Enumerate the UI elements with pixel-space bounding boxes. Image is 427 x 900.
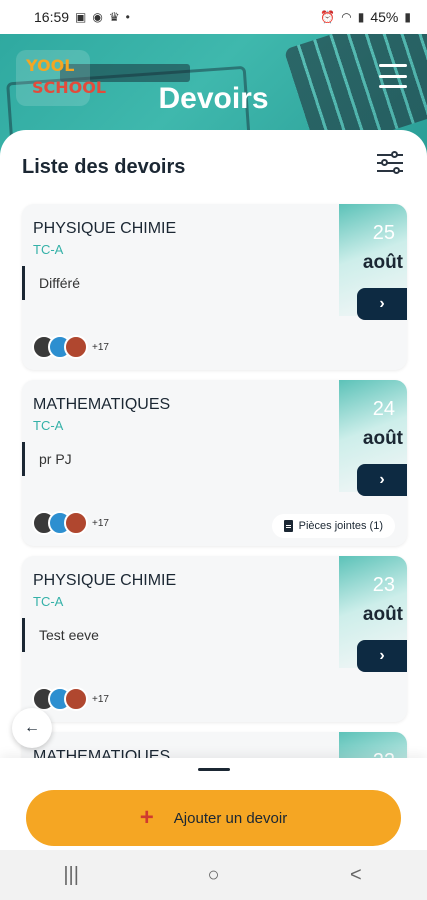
card-day: 25 (372, 222, 395, 244)
card-day: 23 (372, 574, 395, 596)
homework-panel: Liste des devoirs 25 août › PHYSIQUE CHI… (0, 130, 427, 850)
open-homework-button[interactable]: › (357, 640, 407, 672)
signal-icon: ▮ (357, 10, 365, 24)
wifi-icon: ◠ (341, 10, 352, 24)
battery-icon: ▮ (404, 10, 411, 24)
open-homework-button[interactable]: › (357, 464, 407, 496)
add-homework-label: Ajouter un devoir (173, 809, 288, 827)
plus-icon: + (139, 804, 154, 831)
card-class: TC-A (33, 418, 64, 433)
crown-icon: ♛ (108, 10, 120, 24)
bottom-sheet: + Ajouter un devoir (0, 758, 427, 850)
avatar (64, 511, 88, 535)
assignee-avatars: +17 (32, 335, 109, 359)
card-subject: PHYSIQUE CHIMIE (33, 220, 177, 237)
home-icon[interactable]: ○ (183, 864, 243, 887)
chevron-right-icon: › (379, 295, 385, 312)
assignee-avatars: +17 (32, 511, 109, 535)
document-icon (283, 520, 293, 532)
filter-icon[interactable] (377, 151, 403, 174)
hamburger-menu-icon[interactable] (379, 64, 407, 88)
card-description: pr PJ (22, 442, 72, 476)
chevron-right-icon: › (379, 647, 385, 664)
card-class: TC-A (33, 242, 64, 257)
add-homework-button[interactable]: + Ajouter un devoir (26, 790, 401, 846)
open-homework-button[interactable]: › (357, 288, 407, 320)
assignee-avatars: +17 (32, 687, 109, 711)
homework-card[interactable]: 25 août › PHYSIQUE CHIMIE TC-A Différé +… (22, 204, 407, 370)
alarm-icon: ⏰ (320, 10, 336, 24)
card-month: août (362, 604, 403, 625)
drag-handle[interactable] (198, 768, 230, 771)
status-bar: 16:59 ▣ ◉ ♛ • ⏰ ◠ ▮ 45% ▮ (0, 0, 427, 34)
card-description: Test eeve (22, 618, 99, 652)
recent-apps-icon[interactable]: ||| (41, 864, 101, 887)
avatar-count: +17 (92, 341, 109, 353)
back-button[interactable]: ← (12, 708, 52, 748)
chevron-right-icon: › (379, 471, 385, 488)
card-description: Différé (22, 266, 80, 300)
card-month: août (362, 252, 403, 273)
homework-card[interactable]: 23 août › PHYSIQUE CHIMIE TC-A Test eeve… (22, 556, 407, 722)
gallery-icon: ▣ (75, 10, 87, 24)
page-title: Devoirs (158, 82, 269, 115)
system-back-icon[interactable]: < (326, 864, 386, 887)
attachments-label: Pièces jointes (1) (298, 520, 383, 532)
avatar-count: +17 (92, 693, 109, 705)
card-class: TC-A (33, 594, 64, 609)
card-month: août (362, 428, 403, 449)
attachments-chip[interactable]: Pièces jointes (1) (271, 514, 395, 538)
card-day: 24 (372, 398, 395, 420)
homework-card[interactable]: 24 août › MATHEMATIQUES TC-A pr PJ +17 P… (22, 380, 407, 546)
list-title: Liste des devoirs (22, 156, 186, 178)
avatar (64, 687, 88, 711)
avatar (64, 335, 88, 359)
dot-icon: • (125, 10, 130, 24)
battery-level: 45% (370, 9, 399, 25)
avatar-count: +17 (92, 517, 109, 529)
arrow-left-icon: ← (24, 719, 40, 736)
system-nav-bar: ||| ○ < (0, 850, 427, 900)
card-subject: PHYSIQUE CHIMIE (33, 572, 177, 589)
logo-text-top: YOOL (26, 56, 75, 75)
status-time: 16:59 (34, 9, 70, 25)
card-subject: MATHEMATIQUES (33, 396, 171, 413)
app-notification-icon: ◉ (92, 10, 103, 24)
